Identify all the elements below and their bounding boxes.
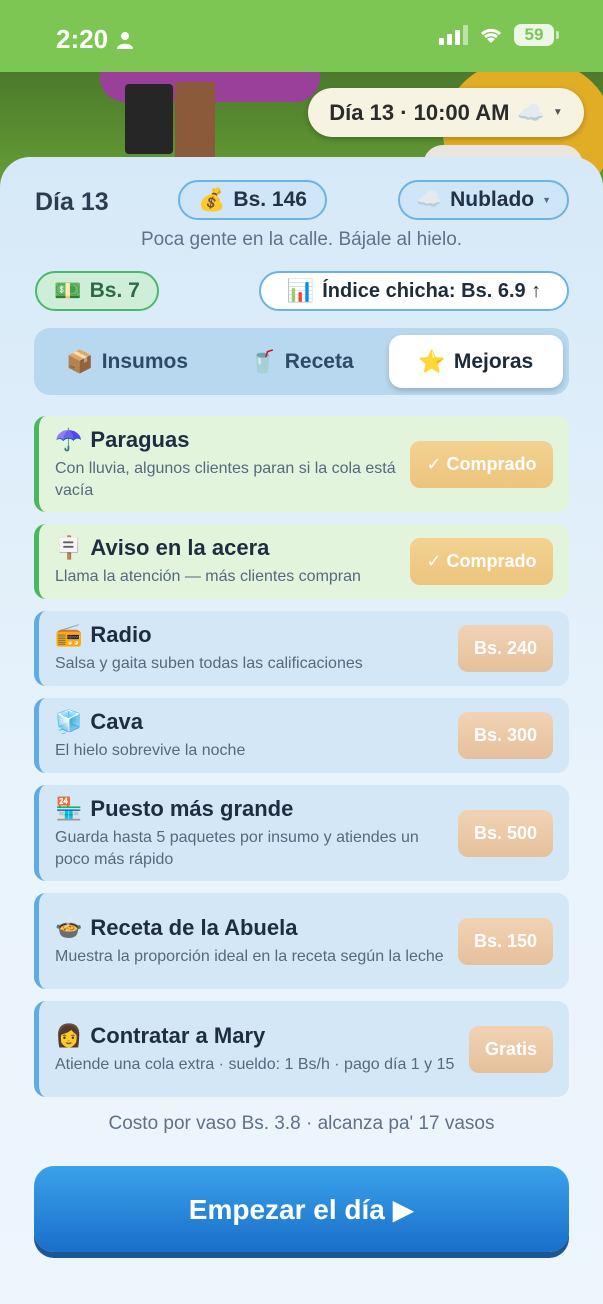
upgrade-title: Contratar a Mary: [90, 1022, 266, 1048]
tab-insumos[interactable]: 📦 Insumos: [40, 335, 214, 388]
hire-button[interactable]: Gratis: [468, 1025, 553, 1073]
star-icon: ⭐: [418, 348, 446, 374]
upgrades-list: ☂️ Paraguas Con lluvia, algunos clientes …: [34, 416, 569, 1109]
money-value: Bs. 146: [233, 188, 307, 211]
day-title: Día 13: [35, 188, 109, 216]
upgrade-description: Muestra la proporción ideal en la receta…: [55, 947, 444, 965]
cash-value: Bs. 7: [89, 279, 140, 302]
upgrade-receta-abuela: 🍲 Receta de la Abuela Muestra la proporci…: [34, 893, 569, 989]
upgrade-description: Salsa y gaita suben todas las calificaci…: [55, 655, 363, 672]
upgrade-radio: 📻 Radio Salsa y gaita suben todas las cal…: [34, 611, 569, 686]
pot-icon: 🍲: [55, 914, 83, 940]
time-pill-label: Día 13 · 10:00 AM: [329, 99, 510, 125]
price-index-badge[interactable]: 📊 Índice chicha: Bs. 6.9 ↑: [259, 271, 569, 311]
upgrade-title: Cava: [90, 709, 143, 734]
money-badge: 💰 Bs. 146: [178, 180, 327, 220]
upgrade-title: Receta de la Abuela: [90, 914, 298, 940]
package-icon: 📦: [66, 348, 94, 374]
tab-bar: 📦 Insumos 🥤 Receta ⭐ Mejoras: [34, 328, 569, 395]
upgrade-title: Radio: [90, 622, 152, 647]
sign-icon: 🪧: [55, 535, 83, 560]
upgrade-description: Guarda hasta 5 paquetes por insumo y ati…: [55, 828, 419, 868]
purchased-button[interactable]: ✓ Comprado: [410, 538, 553, 585]
upgrade-description: Llama la atención — más clientes compran: [55, 568, 361, 585]
buy-button[interactable]: Bs. 300: [457, 712, 553, 759]
chevron-down-icon: ▼: [552, 107, 563, 118]
time-pill[interactable]: Día 13 · 10:00 AM ☁️ ▼: [308, 88, 584, 137]
cloud-icon: ☁️: [517, 99, 545, 125]
clock: 2:20: [56, 24, 109, 54]
buy-button[interactable]: Bs. 500: [457, 809, 553, 857]
cash-icon: 💵: [54, 278, 82, 303]
ice-cube-icon: 🧊: [55, 709, 83, 734]
upgrade-description: Atiende una cola extra · sueldo: 1 Bs/h …: [55, 1055, 455, 1073]
tab-label: Receta: [284, 349, 354, 373]
upgrade-description: Con lluvia, algunos clientes paran si la…: [55, 459, 396, 499]
battery-tip: [556, 31, 559, 39]
character-figure: [125, 84, 173, 154]
upgrade-cava: 🧊 Cava El hielo sobrevive la noche Bs. 30…: [34, 698, 569, 773]
price-index-label: Índice chicha: Bs. 6.9 ↑: [322, 279, 542, 302]
upgrade-contratar-mary: 👩 Contratar a Mary Atiende una cola extra…: [34, 1001, 569, 1097]
tab-label: Mejoras: [453, 349, 534, 373]
purchased-button[interactable]: ✓ Comprado: [410, 440, 553, 488]
battery-icon: 59: [514, 24, 554, 46]
upgrade-paraguas: ☂️ Paraguas Con lluvia, algunos clientes …: [34, 416, 569, 512]
woman-icon: 👩: [55, 1022, 83, 1048]
bar-chart-icon: 📊: [286, 278, 315, 303]
upgrade-description: El hielo sobrevive la noche: [55, 742, 246, 759]
person-icon: [117, 31, 134, 49]
signal-icon: [439, 25, 468, 45]
drink-cup-icon: 🥤: [249, 348, 277, 374]
upgrade-title: Puesto más grande: [90, 795, 294, 821]
store-icon: 🏪: [55, 795, 83, 821]
cloud-icon: ☁️: [415, 188, 443, 211]
status-time: 2:20: [56, 24, 134, 55]
chevron-down-icon: ▼: [542, 195, 552, 205]
cash-badge: 💵 Bs. 7: [35, 271, 159, 311]
upgrade-title: Aviso en la acera: [90, 535, 270, 560]
buy-button[interactable]: Bs. 240: [457, 625, 553, 672]
start-day-button[interactable]: Empezar el día ▶: [34, 1166, 569, 1252]
cost-per-cup-text: Costo por vaso Bs. 3.8 · alcanza pa' 17 …: [108, 1113, 495, 1134]
status-bar: 2:20 59: [0, 0, 603, 72]
weather-hint: Poca gente en la calle. Bájale al hielo.: [140, 229, 463, 250]
umbrella-icon: ☂️: [55, 426, 83, 452]
tab-mejoras[interactable]: ⭐ Mejoras: [388, 335, 563, 388]
weather-dropdown[interactable]: ☁️ Nublado ▼: [398, 180, 569, 220]
tab-receta[interactable]: 🥤 Receta: [214, 335, 388, 388]
weather-label: Nublado: [450, 188, 535, 211]
upgrade-aviso: 🪧 Aviso en la acera Llama la atención — m…: [34, 524, 569, 599]
money-bag-icon: 💰: [198, 187, 226, 212]
buy-button[interactable]: Bs. 150: [457, 917, 553, 965]
radio-icon: 📻: [55, 622, 83, 647]
tab-label: Insumos: [101, 349, 189, 373]
wifi-icon: [480, 28, 502, 43]
upgrade-title: Paraguas: [90, 426, 190, 452]
upgrade-puesto: 🏪 Puesto más grande Guarda hasta 5 paquet…: [34, 785, 569, 881]
